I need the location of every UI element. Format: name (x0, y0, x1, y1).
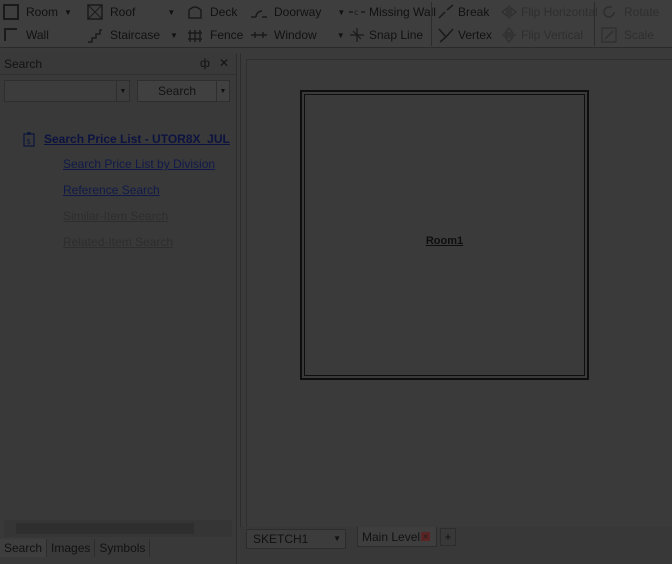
tree-root[interactable]: $ Search Price List - UTOR8X_JUL (22, 131, 230, 147)
ribbon-toolbar: Room ▼ Wall Roof ▼ Staircase ▼ Deck Fence D… (0, 0, 672, 48)
search-button[interactable]: Search ▼ (137, 80, 230, 102)
sketch-canvas[interactable]: Room1 (246, 59, 672, 527)
close-tab-icon[interactable]: ✕ (421, 532, 430, 541)
chevron-down-icon[interactable]: ▼ (170, 31, 178, 40)
flip-horizontal-button[interactable]: Flip Horizontal (500, 1, 598, 23)
chevron-down-icon[interactable]: ▼ (333, 534, 341, 543)
wall-icon (2, 26, 20, 44)
scale-button[interactable]: Scale (600, 24, 654, 46)
snap-line-icon (348, 26, 366, 44)
chevron-down-icon[interactable]: ▼ (337, 31, 345, 40)
window-button[interactable]: Window ▼ (250, 24, 345, 46)
similar-item-search-link[interactable]: Similar-Item Search (63, 209, 168, 223)
chevron-down-icon[interactable]: ▼ (216, 81, 229, 101)
chevron-down-icon[interactable]: ▼ (167, 8, 175, 17)
scale-icon (600, 26, 618, 44)
tab-search[interactable]: Search (0, 539, 48, 557)
vertex-button[interactable]: Vertex (437, 24, 492, 46)
roof-button[interactable]: Roof ▼ (86, 1, 175, 23)
pin-icon[interactable]: ф (200, 56, 210, 70)
room-button[interactable]: Room ▼ (2, 1, 72, 23)
sketch-canvas-area: Room1 (240, 53, 672, 527)
tab-symbols[interactable]: Symbols (95, 539, 151, 557)
close-icon[interactable]: ✕ (219, 56, 229, 70)
sketch-bottom-bar: SKETCH1 ▼ Main Level ✕ + (240, 527, 672, 564)
panel-bottom-tabs: Search Images Symbols (0, 539, 151, 561)
panel-title: Search (4, 56, 43, 71)
staircase-button[interactable]: Staircase ▼ (86, 24, 178, 46)
deck-icon (186, 3, 204, 21)
roof-icon (86, 3, 104, 21)
search-row: ▼ Search ▼ (4, 80, 230, 102)
ribbon-separator (594, 2, 595, 46)
search-panel: Search ф ✕ ▼ Search ▼ $ Search Price Lis… (0, 53, 237, 564)
room-icon (2, 3, 20, 21)
horizontal-scrollbar[interactable] (4, 520, 232, 537)
missing-wall-icon: c (348, 3, 366, 21)
break-icon (437, 3, 455, 21)
related-item-search-link[interactable]: Related-Item Search (63, 235, 173, 249)
fence-icon (186, 26, 204, 44)
scrollbar-thumb[interactable] (16, 523, 194, 534)
break-button[interactable]: Break (437, 1, 489, 23)
flip-horizontal-icon (500, 3, 518, 21)
ribbon-separator (431, 2, 432, 46)
room-label: Room1 (425, 235, 464, 247)
flip-vertical-icon (500, 26, 518, 44)
wall-button[interactable]: Wall (2, 24, 49, 46)
fence-button[interactable]: Fence (186, 24, 243, 46)
window-icon (250, 26, 268, 44)
snap-line-button[interactable]: Snap Line (348, 24, 423, 46)
svg-text:c: c (354, 8, 358, 17)
missing-wall-button[interactable]: c Missing Wall (348, 1, 436, 23)
vertex-icon (437, 26, 455, 44)
svg-text:$: $ (26, 137, 31, 146)
price-list-icon: $ (22, 131, 36, 147)
search-input[interactable]: ▼ (4, 80, 130, 102)
deck-button[interactable]: Deck (186, 1, 237, 23)
panel-header: Search ф ✕ (0, 53, 236, 75)
sketch-select[interactable]: SKETCH1 ▼ (246, 529, 346, 549)
search-by-division-link[interactable]: Search Price List by Division (63, 157, 215, 171)
chevron-down-icon[interactable]: ▼ (337, 8, 345, 17)
chevron-down-icon[interactable]: ▼ (116, 81, 129, 101)
chevron-down-icon[interactable]: ▼ (64, 8, 72, 17)
tab-main-level[interactable]: Main Level ✕ (357, 527, 437, 547)
staircase-icon (86, 26, 104, 44)
doorway-button[interactable]: Doorway ▼ (250, 1, 345, 23)
room-shape[interactable]: Room1 (300, 90, 589, 380)
tab-images[interactable]: Images (47, 539, 96, 557)
doorway-icon (250, 3, 268, 21)
rotate-icon (600, 3, 618, 21)
rotate-button[interactable]: Rotate (600, 1, 659, 23)
add-level-tab-button[interactable]: + (440, 528, 456, 546)
flip-vertical-button[interactable]: Flip Vertical (500, 24, 583, 46)
reference-search-link[interactable]: Reference Search (63, 183, 160, 197)
